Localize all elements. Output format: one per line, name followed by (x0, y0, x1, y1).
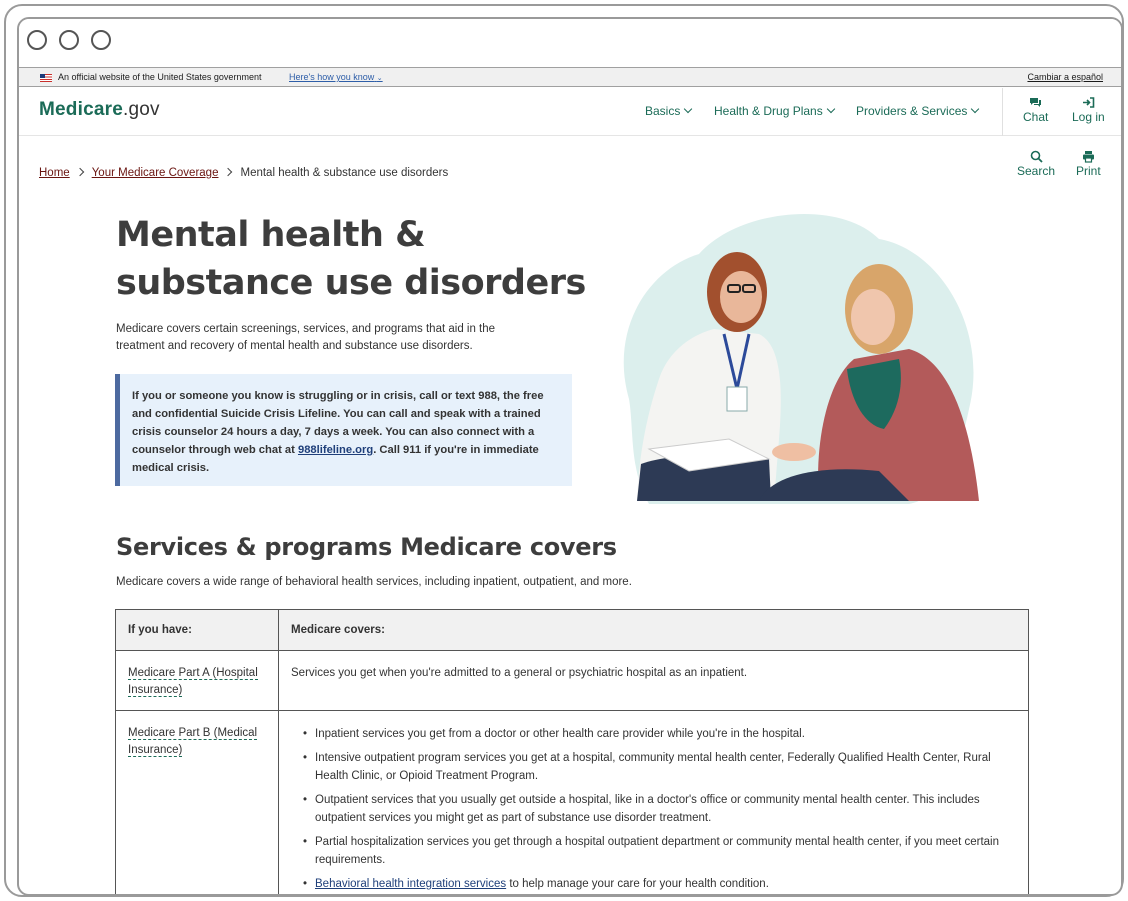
table-header-row: If you have: Medicare covers: (116, 610, 1028, 651)
part-b-coverage-list: Inpatient services you get from a doctor… (291, 725, 1016, 893)
table-row: Medicare Part A (Hospital Insurance) Ser… (116, 651, 1028, 711)
login-label: Log in (1072, 110, 1105, 124)
table-header-medicare-covers: Medicare covers: (291, 624, 385, 636)
chevron-right-icon (75, 167, 84, 177)
services-description: Medicare covers a wide range of behavior… (116, 576, 632, 588)
nav-health-drug-plans-label: Health & Drug Plans (714, 104, 823, 118)
part-a-term[interactable]: Medicare Part A (Hospital Insurance) (128, 667, 258, 697)
list-item: Partial hospitalization services you get… (303, 833, 1016, 869)
nav-providers-services-label: Providers & Services (856, 104, 968, 118)
search-button[interactable]: Search (1017, 150, 1055, 178)
official-site-text: An official website of the United States… (58, 72, 262, 82)
window-minimize-dot[interactable] (59, 30, 79, 50)
window-titlebar (19, 19, 1121, 67)
login-icon (1082, 97, 1095, 108)
table-header-if-you-have: If you have: (116, 610, 279, 650)
chevron-down-icon: ⌄ (376, 75, 383, 82)
chevron-right-icon (224, 167, 233, 177)
list-item: Outpatient services that you usually get… (303, 791, 1016, 827)
chat-label: Chat (1023, 110, 1049, 124)
hero-photo (609, 209, 989, 504)
nav-health-drug-plans[interactable]: Health & Drug Plans (714, 104, 835, 118)
table-cell-term: Medicare Part B (Medical Insurance) (116, 711, 279, 894)
spanish-language-link[interactable]: Cambiar a español (1027, 72, 1103, 82)
coverage-table: If you have: Medicare covers: Medicare P… (115, 609, 1029, 894)
hero-photo-illustration (623, 213, 979, 504)
lifeline-link[interactable]: 988lifeline.org (298, 444, 373, 456)
how-you-know-label: Here's how you know (289, 72, 375, 82)
window-frame: An official website of the United States… (4, 4, 1124, 897)
site-header: Medicare.gov Basics Health & Drug Plans … (19, 88, 1121, 136)
list-item: Inpatient services you get from a doctor… (303, 725, 1016, 743)
nav-providers-services[interactable]: Providers & Services (856, 104, 980, 118)
nav-basics[interactable]: Basics (645, 104, 693, 118)
print-icon (1082, 151, 1094, 163)
breadcrumb-home-link[interactable]: Home (39, 167, 70, 179)
chat-icon (1030, 98, 1042, 107)
logo-main-text: Medicare (39, 99, 123, 120)
nav-basics-label: Basics (645, 104, 681, 118)
logo-suffix-text: .gov (122, 99, 160, 120)
browser-window: An official website of the United States… (17, 17, 1123, 896)
search-icon (1030, 150, 1043, 163)
list-item-tail: to help manage your care for your health… (506, 878, 769, 890)
breadcrumb-current: Mental health & substance use disorders (240, 167, 449, 179)
list-item: Behavioral health integration services t… (303, 875, 1016, 893)
chevron-down-icon (684, 104, 693, 114)
breadcrumb: Home Your Medicare Coverage Mental health … (39, 167, 448, 179)
breadcrumb-coverage-link[interactable]: Your Medicare Coverage (92, 167, 219, 179)
us-flag-icon (40, 74, 52, 82)
chat-button[interactable]: Chat (1023, 97, 1048, 124)
search-label: Search (1017, 164, 1056, 178)
table-cell-coverage: Inpatient services you get from a doctor… (279, 711, 1028, 894)
window-close-dot[interactable] (27, 30, 47, 50)
list-item: Intensive outpatient program services yo… (303, 749, 1016, 785)
table-cell-coverage: Services you get when you're admitted to… (291, 667, 748, 679)
page-intro: Medicare covers certain screenings, serv… (116, 323, 496, 352)
how-you-know-link[interactable]: Here's how you know ⌄ (289, 72, 383, 82)
part-b-term[interactable]: Medicare Part B (Medical Insurance) (128, 727, 258, 757)
login-button[interactable]: Log in (1072, 97, 1105, 124)
print-label: Print (1076, 164, 1101, 178)
page-title: Mental health & substance use disorders (116, 215, 586, 303)
print-button[interactable]: Print (1076, 150, 1101, 178)
table-cell-term: Medicare Part A (Hospital Insurance) (116, 651, 279, 710)
chevron-down-icon (826, 104, 835, 114)
table-row: Medicare Part B (Medical Insurance) Inpa… (116, 711, 1028, 894)
header-divider (1002, 88, 1003, 136)
official-gov-banner: An official website of the United States… (19, 67, 1121, 87)
services-heading: Services & programs Medicare covers (116, 533, 617, 561)
medicare-logo[interactable]: Medicare.gov (39, 99, 160, 121)
window-zoom-dot[interactable] (91, 30, 111, 50)
behavioral-health-integration-link[interactable]: Behavioral health integration services (315, 878, 506, 890)
chevron-down-icon (971, 104, 980, 114)
crisis-lifeline-callout: If you or someone you know is struggling… (115, 374, 572, 486)
